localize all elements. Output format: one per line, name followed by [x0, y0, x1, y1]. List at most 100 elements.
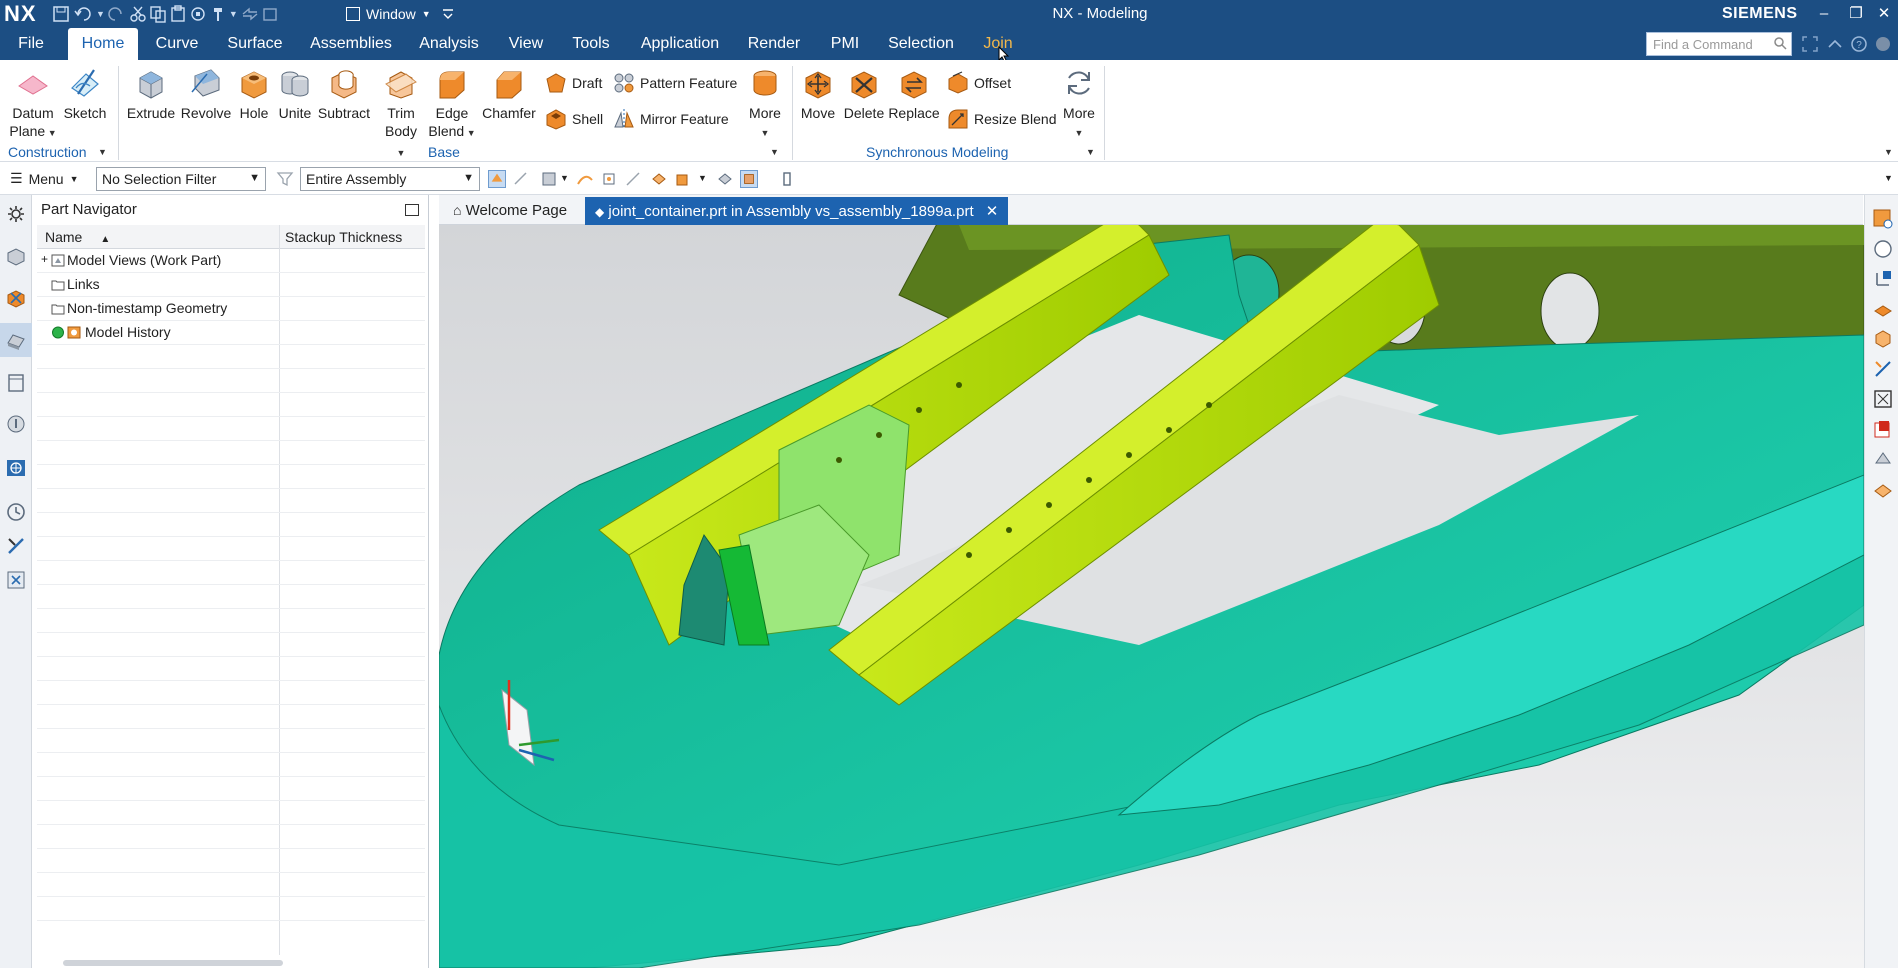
subtract-button[interactable]: Subtract — [316, 66, 372, 122]
selection-intent-dropdown-icon[interactable]: ▼ — [560, 173, 569, 183]
select-features-icon[interactable] — [488, 170, 506, 188]
snapshot-icon[interactable] — [778, 170, 796, 188]
tab-view[interactable]: View — [505, 28, 547, 60]
construction-group-menu-icon[interactable]: ▼ — [98, 147, 107, 157]
resize-blend-button[interactable]: Resize Blend — [946, 106, 1057, 132]
horizontal-scrollbar[interactable] — [63, 960, 283, 966]
snap-control-icon[interactable] — [674, 170, 692, 188]
select-curve-icon[interactable] — [576, 170, 594, 188]
draft-button[interactable]: Draft — [544, 70, 602, 96]
fit-view-icon[interactable] — [1873, 389, 1893, 409]
edge-blend-button[interactable]: Edge Blend ▼ — [428, 66, 476, 142]
process-studio-icon[interactable] — [5, 535, 27, 557]
minimize-ribbon-icon[interactable] — [1826, 35, 1844, 53]
move-face-button[interactable]: Move — [798, 66, 838, 122]
tree-row-non-timestamp-geometry[interactable]: Non-timestamp Geometry — [37, 297, 425, 321]
hole-button[interactable]: Hole — [236, 66, 272, 122]
window-layout-icon[interactable] — [262, 5, 278, 23]
sketch-button[interactable]: Sketch — [62, 66, 108, 122]
search-icon[interactable] — [1773, 36, 1787, 50]
copy-icon[interactable] — [149, 5, 167, 23]
tab-assemblies[interactable]: Assemblies — [308, 28, 394, 60]
revolve-button[interactable]: Revolve — [180, 66, 232, 122]
paste-icon[interactable] — [169, 5, 187, 23]
web-browser-icon[interactable] — [5, 457, 27, 479]
offset-region-button[interactable]: Offset — [946, 70, 1011, 96]
3d-model-render[interactable] — [439, 225, 1864, 968]
trim-body-button[interactable]: Trim Body ▼ — [380, 66, 422, 162]
snap-mid-icon[interactable] — [650, 170, 668, 188]
replace-face-button[interactable]: Replace — [888, 66, 940, 122]
tab-selection[interactable]: Selection — [886, 28, 956, 60]
info-window-icon[interactable] — [1873, 209, 1893, 229]
graphics-window[interactable] — [439, 225, 1864, 968]
assembly-navigator-icon[interactable] — [5, 245, 27, 267]
undo-dropdown-icon[interactable]: ▼ — [96, 9, 105, 19]
ribbon-options-icon[interactable]: ▼ — [1884, 147, 1893, 157]
selection-intent-icon[interactable] — [540, 170, 558, 188]
customize-quick-access-icon[interactable] — [441, 7, 455, 21]
constraint-navigator-icon[interactable] — [5, 287, 27, 309]
tab-curve[interactable]: Curve — [152, 28, 202, 60]
toolbar-options-icon[interactable]: ▼ — [1884, 173, 1893, 183]
reuse-library-icon[interactable] — [5, 371, 27, 393]
delete-face-button[interactable]: Delete — [842, 66, 886, 122]
full-screen-icon[interactable] — [1800, 34, 1820, 54]
show-hide-icon[interactable] — [716, 170, 734, 188]
base-group-menu-icon[interactable]: ▼ — [770, 147, 779, 157]
tree-row-model-history[interactable]: Model History — [37, 321, 425, 345]
snap-point-icon[interactable] — [600, 170, 618, 188]
tab-analysis[interactable]: Analysis — [416, 28, 482, 60]
save-icon[interactable] — [52, 5, 70, 23]
hd3d-tools-icon[interactable] — [5, 413, 27, 435]
orient-view-icon[interactable] — [1873, 449, 1893, 469]
plane-view-icon[interactable] — [1873, 479, 1893, 499]
section-view-icon[interactable] — [1873, 419, 1893, 439]
maximize-panel-icon[interactable] — [405, 204, 419, 216]
close-tab-icon[interactable]: ✕ — [986, 203, 999, 220]
pattern-feature-button[interactable]: Pattern Feature — [612, 70, 737, 96]
tab-surface[interactable]: Surface — [224, 28, 286, 60]
tree-row-model-views[interactable]: + Model Views (Work Part) — [37, 249, 425, 273]
menu-button[interactable]: ☰ Menu ▼ — [10, 170, 79, 187]
cut-icon[interactable] — [129, 5, 147, 23]
switch-window-icon[interactable] — [240, 5, 260, 23]
repeat-command-icon[interactable] — [189, 5, 207, 23]
expand-icon[interactable]: + — [41, 252, 48, 266]
redo-icon[interactable] — [107, 5, 127, 23]
extrude-button[interactable]: Extrude — [126, 66, 176, 122]
tab-joint-container[interactable]: ◆ joint_container.prt in Assembly vs_ass… — [585, 197, 1009, 225]
measure-icon[interactable] — [1873, 359, 1893, 379]
snap-end-icon[interactable] — [624, 170, 642, 188]
wireframe-icon[interactable] — [740, 170, 758, 188]
wcs-icon[interactable] — [1873, 269, 1893, 289]
mirror-feature-button[interactable]: Mirror Feature — [612, 106, 729, 132]
snap-dropdown-icon[interactable]: ▼ — [698, 173, 707, 183]
help-icon[interactable]: ? — [1850, 35, 1868, 53]
tab-application[interactable]: Application — [636, 28, 724, 60]
tab-tools[interactable]: Tools — [568, 28, 614, 60]
tree-row-links[interactable]: Links — [37, 273, 425, 297]
history-icon[interactable] — [5, 501, 27, 523]
tab-render[interactable]: Render — [746, 28, 802, 60]
minimize-button[interactable]: – — [1812, 3, 1836, 25]
touch-mode-dropdown-icon[interactable]: ▼ — [229, 9, 238, 19]
tab-pmi[interactable]: PMI — [824, 28, 866, 60]
undo-icon[interactable] — [72, 5, 94, 23]
selection-scope-select[interactable]: Entire Assembly ▼ — [300, 167, 480, 191]
settings-gear-icon[interactable] — [5, 203, 27, 225]
close-button[interactable]: ✕ — [1872, 3, 1896, 25]
select-sketch-icon[interactable] — [512, 170, 530, 188]
part-navigator-tab[interactable] — [0, 323, 32, 357]
restore-button[interactable]: ❐ — [1844, 3, 1868, 25]
roles-icon[interactable] — [5, 569, 27, 591]
column-header-name[interactable]: Name ▲ — [45, 229, 110, 245]
shell-button[interactable]: Shell — [544, 106, 603, 132]
tab-welcome-page[interactable]: ⌂ Welcome Page — [443, 197, 577, 225]
touch-mode-icon[interactable] — [209, 5, 227, 23]
sphere-icon[interactable] — [1873, 239, 1893, 259]
base-more-button[interactable]: More ▼ — [744, 66, 786, 142]
column-header-stackup-thickness[interactable]: Stackup Thickness — [285, 229, 402, 245]
part-properties-icon[interactable] — [1873, 329, 1893, 349]
datum-plane-button[interactable]: Datum Plane ▼ — [8, 66, 58, 142]
